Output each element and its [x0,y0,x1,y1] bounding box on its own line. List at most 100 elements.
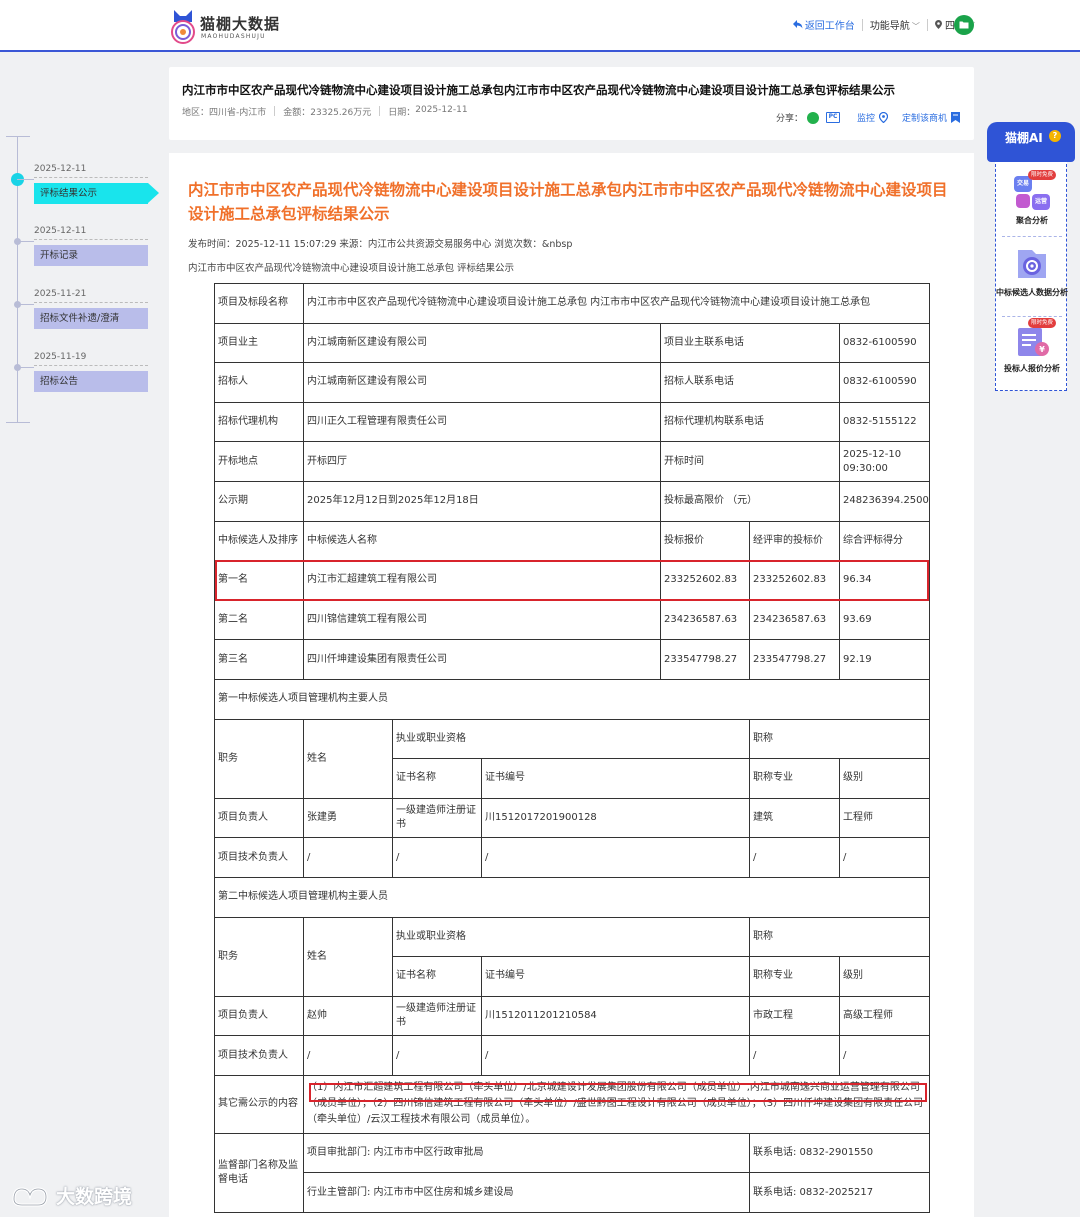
table-row: 招标人 内江城南新区建设有限公司 招标人联系电话 0832-6100590 [214,362,930,403]
staff-cert: 一级建造师注册证书 [392,797,482,839]
ai-item-label: 聚合分析 [1016,216,1048,225]
major-header: 职称专业 [749,758,840,799]
monitor-link[interactable]: 监控 [857,111,875,124]
staff-major: 建筑 [749,797,840,839]
ai-panel-header[interactable]: 猫棚AI ? [987,122,1075,162]
timeline-branch [17,179,34,180]
ai-panel-title: 猫棚AI [1005,131,1043,145]
cert-no-header: 证书编号 [481,956,750,997]
bidder-quote-analysis-icon: ¥ 限时免费 [1012,318,1056,360]
candidate-name: 四川仟坤建设集团有限责任公司 [303,639,661,680]
staff-row: 项目技术负责人 / / / / / [214,837,930,878]
timeline-item-addendum[interactable]: 2025-11-21 招标文件补遗/澄清 [34,289,148,329]
table-row: 开标地点 开标四厅 开标时间 2025-12-10 09:30:00 [214,441,930,482]
table-row: 监督部门名称及监督电话 项目审批部门: 内江市市中区行政审批局 联系电话: 08… [214,1132,930,1214]
staff-duty: 项目技术负责人 [214,837,304,878]
monitor-pin-icon[interactable] [878,112,888,123]
area-label: 地区： [182,108,210,118]
period-label: 公示期 [214,480,304,522]
opening-time-label: 开标时间 [660,441,840,482]
brand-logo[interactable]: 猫棚大数据 MAOHUDASHUJU [168,6,281,46]
header-actions: 分享： PC 监控 定制该商机 [776,111,960,124]
back-to-workbench-link[interactable]: 返回工作台 [792,17,855,32]
timeline-item-opening-record[interactable]: 2025-12-11 开标记录 [34,226,148,266]
staff-level: / [839,1035,930,1076]
opening-place-value: 开标四厅 [303,441,661,482]
cert-name-header: 证书名称 [392,758,482,799]
staff-cert: / [392,837,482,878]
ai-aggregate-analysis[interactable]: 交易 运营 限时免费 聚合分析 [996,170,1068,226]
candidate-rank: 第三名 [214,639,304,680]
header-card: 内江市市中区农产品现代冷链物流中心建设项目设计施工总承包内江市市中区农产品现代冷… [169,67,974,140]
staff-row: 项目负责人 张建勇 一级建造师注册证书 川1512017201900128 建筑… [214,797,930,839]
function-nav-menu[interactable]: 功能导航 ﹀ [870,17,920,32]
main-content-card: 内江市市中区农产品现代冷链物流中心建设项目设计施工总承包内江市市中区农产品现代冷… [169,153,974,1217]
supervision-industry-tel: 联系电话: 0832-2025217 [749,1172,930,1214]
staff-level: 工程师 [839,797,930,839]
candidate-eval: 234236587.63 [749,599,840,641]
staff-duty: 项目负责人 [214,797,304,839]
opening-time-value: 2025-12-10 09:30:00 [839,441,930,482]
brand-name: 猫棚大数据 [200,15,281,33]
operate-chip: 运营 [1032,194,1050,210]
bookmark-icon[interactable] [951,112,960,123]
candidate-score: 96.34 [839,560,930,601]
ai-divider [1002,316,1062,317]
major-header: 职称专业 [749,956,840,997]
timeline-branch [17,241,34,242]
candidate-analysis-icon [1012,244,1052,284]
staff-cert: 一级建造师注册证书 [392,995,482,1037]
timeline-bottom-cap [6,422,30,423]
cert-name-header: 证书名称 [392,956,482,997]
timeline-date: 2025-11-21 [34,289,148,303]
header-meta: 地区： 四川省-内江市 金额： 23325.26万元 日期： 2025-12-11 [182,105,468,118]
staff-level: 高级工程师 [839,995,930,1037]
staff-duty: 项目负责人 [214,995,304,1037]
staff1-section-title: 第一中标候选人项目管理机构主要人员 [214,678,930,720]
tenderer-tel-value: 0832-6100590 [839,362,930,403]
wechat-share-icon[interactable] [806,111,819,124]
evaluated-price-header: 经评审的投标价 [749,520,840,562]
max-price-label: 投标最高限价 （元） [660,480,840,522]
staff-name: / [303,837,393,878]
free-badge: 限时免费 [1027,170,1056,180]
qualification-header: 执业或职业资格 [392,916,750,958]
help-icon[interactable]: ? [1049,130,1061,142]
owner-label: 项目业主 [214,322,304,364]
table-row: 公示期 2025年12月12日到2025年12月18日 投标最高限价 （元） 2… [214,480,930,522]
custom-opportunity-link[interactable]: 定制该商机 [902,111,947,124]
ai-bidder-quote-analysis[interactable]: ¥ 限时免费 投标人报价分析 [996,318,1068,374]
timeline-branch [17,367,34,368]
table-row: 项目及标段名称 内江市市中区农产品现代冷链物流中心建设项目设计施工总承包 内江市… [214,283,930,324]
staff2-section-title: 第二中标候选人项目管理机构主要人员 [214,876,930,918]
timeline-item-result[interactable]: 2025-12-11 评标结果公示 [34,164,159,204]
timeline-item-tender-notice[interactable]: 2025-11-19 招标公告 [34,352,148,392]
table-row: 职务 姓名 执业或职业资格 职称 [214,718,930,799]
amount-label: 金额： [283,108,311,118]
folder-button[interactable] [954,15,974,35]
level-header: 级别 [839,956,930,997]
svg-text:¥: ¥ [1039,345,1045,354]
watermark-text: 大数跨境 [56,1186,133,1208]
agent-label: 招标代理机构 [214,401,304,443]
area-value: 四川省-内江市 [209,108,267,118]
staff-row: 项目技术负责人 / / / / / [214,1035,930,1076]
aggregate-analysis-icon: 交易 运营 限时免费 [1012,170,1056,212]
staff-major: / [749,1035,840,1076]
name-header: 姓名 [303,718,393,799]
candidate-score: 92.19 [839,639,930,680]
tenderer-value: 内江城南新区建设有限公司 [303,362,661,403]
supervision-approval-tel: 联系电话: 0832-2901550 [749,1132,930,1174]
timeline-label: 招标公告 [34,371,148,392]
ai-panel: 交易 运营 限时免费 聚合分析 中标候选人数据分析 ¥ 限时免费 投标人报价分析… [987,122,1075,392]
table-row: 招标代理机构 四川正久工程管理有限责任公司 招标代理机构联系电话 0832-51… [214,401,930,443]
pc-share-icon[interactable]: PC [825,112,840,123]
candidate-name-header: 中标候选人名称 [303,520,661,562]
top-bar: 猫棚大数据 MAOHUDASHUJU 返回工作台 功能导航﹀ 四川﹀ [0,0,1080,52]
agent-tel-value: 0832-5155122 [839,401,930,443]
other-content-value: （1）内江市汇超建筑工程有限公司（牵头单位）/北京城建设计发展集团股份有限公司（… [303,1074,930,1134]
opening-place-label: 开标地点 [214,441,304,482]
timeline-label: 评标结果公示 [34,183,159,204]
date-label: 日期： [388,108,416,118]
ai-candidate-analysis[interactable]: 中标候选人数据分析 [996,244,1068,298]
